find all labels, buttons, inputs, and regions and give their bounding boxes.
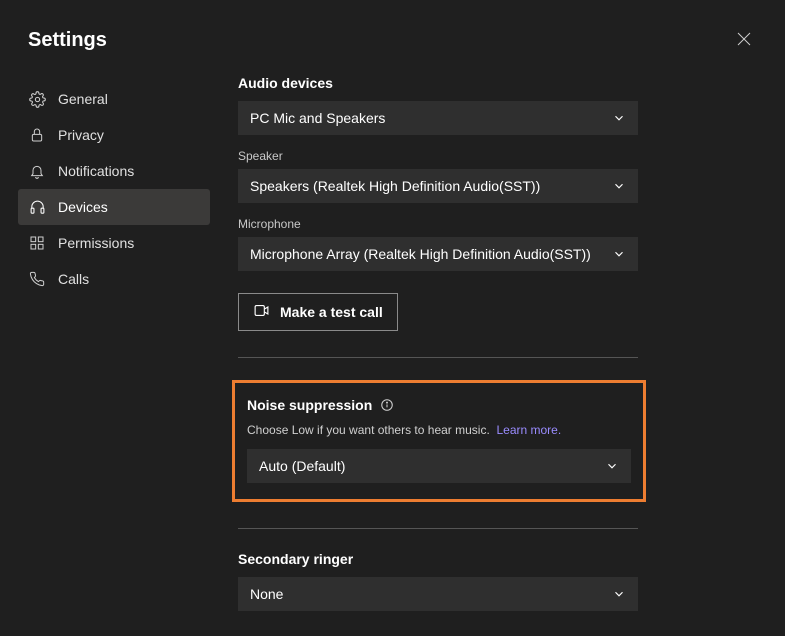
- bell-icon: [28, 162, 46, 180]
- chevron-down-icon: [612, 587, 626, 601]
- chevron-down-icon: [612, 111, 626, 125]
- microphone-label: Microphone: [238, 217, 755, 231]
- chevron-down-icon: [612, 247, 626, 261]
- speaker-value: Speakers (Realtek High Definition Audio(…: [250, 178, 540, 194]
- noise-suppression-highlight: Noise suppression Choose Low if you want…: [232, 380, 646, 502]
- make-test-call-button[interactable]: Make a test call: [238, 293, 398, 331]
- test-call-icon: [253, 302, 270, 322]
- sidebar-item-calls[interactable]: Calls: [18, 261, 210, 297]
- microphone-select[interactable]: Microphone Array (Realtek High Definitio…: [238, 237, 638, 271]
- sidebar-item-permissions[interactable]: Permissions: [18, 225, 210, 261]
- test-call-label: Make a test call: [280, 304, 383, 320]
- divider: [238, 528, 638, 529]
- close-button[interactable]: [731, 26, 757, 55]
- microphone-value: Microphone Array (Realtek High Definitio…: [250, 246, 591, 262]
- noise-suppression-help: Choose Low if you want others to hear mu…: [247, 423, 631, 437]
- headset-icon: [28, 198, 46, 216]
- sidebar-item-label: Notifications: [58, 163, 134, 179]
- content-area: Audio devices PC Mic and Speakers Speake…: [220, 75, 785, 611]
- noise-suppression-heading-text: Noise suppression: [247, 397, 372, 413]
- sidebar-item-notifications[interactable]: Notifications: [18, 153, 210, 189]
- chevron-down-icon: [612, 179, 626, 193]
- secondary-ringer-heading: Secondary ringer: [238, 551, 755, 567]
- audio-devices-heading: Audio devices: [238, 75, 755, 91]
- sidebar: General Privacy Notifications Devices Pe: [0, 75, 220, 611]
- sidebar-item-label: General: [58, 91, 108, 107]
- noise-suppression-help-text: Choose Low if you want others to hear mu…: [247, 423, 490, 437]
- sidebar-item-devices[interactable]: Devices: [18, 189, 210, 225]
- secondary-ringer-value: None: [250, 586, 283, 602]
- sidebar-item-label: Devices: [58, 199, 108, 215]
- divider: [238, 357, 638, 358]
- lock-icon: [28, 126, 46, 144]
- sidebar-item-label: Permissions: [58, 235, 134, 251]
- noise-suppression-select[interactable]: Auto (Default): [247, 449, 631, 483]
- speaker-select[interactable]: Speakers (Realtek High Definition Audio(…: [238, 169, 638, 203]
- noise-suppression-value: Auto (Default): [259, 458, 345, 474]
- learn-more-link[interactable]: Learn more.: [496, 423, 561, 437]
- audio-device-select[interactable]: PC Mic and Speakers: [238, 101, 638, 135]
- close-icon: [737, 33, 751, 49]
- sidebar-item-label: Calls: [58, 271, 89, 287]
- sidebar-item-privacy[interactable]: Privacy: [18, 117, 210, 153]
- secondary-ringer-select[interactable]: None: [238, 577, 638, 611]
- audio-device-value: PC Mic and Speakers: [250, 110, 385, 126]
- apps-icon: [28, 234, 46, 252]
- info-icon[interactable]: [380, 398, 394, 412]
- sidebar-item-label: Privacy: [58, 127, 104, 143]
- gear-icon: [28, 90, 46, 108]
- page-title: Settings: [28, 29, 107, 52]
- sidebar-item-general[interactable]: General: [18, 81, 210, 117]
- phone-icon: [28, 270, 46, 288]
- chevron-down-icon: [605, 459, 619, 473]
- speaker-label: Speaker: [238, 149, 755, 163]
- noise-suppression-heading: Noise suppression: [247, 397, 631, 413]
